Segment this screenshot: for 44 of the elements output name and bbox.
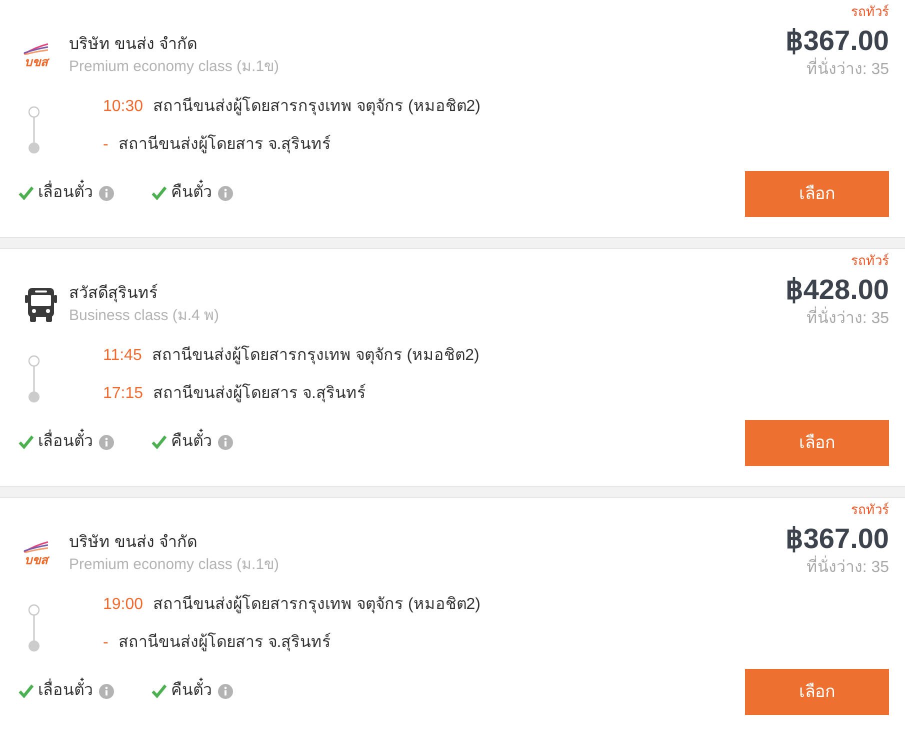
route-timeline-drawing [28,106,40,154]
seats-available: ที่นั่งว่าง: 35 [806,309,889,329]
tour-bus-tag: รถทัวร์ [851,502,889,518]
operator-name: บริษัท ขนส่ง จำกัด [69,533,198,553]
swoosh-icon [23,43,49,55]
stop-time: - [103,633,108,653]
select-button[interactable]: เลือก [745,171,889,217]
station-name: สถานีขนส่งผู้โดยสาร จ.สุรินทร์ [118,632,332,654]
swoosh-icon [23,541,49,553]
info-icon[interactable] [218,684,233,698]
info-icon[interactable] [218,434,233,450]
operator-name: สวัสดีสุรินทร์ [69,284,159,304]
price: ฿367.00 [785,24,889,58]
seats-available: ที่นั่งว่าง: 35 [806,60,889,80]
tour-bus-tag: รถทัวร์ [851,4,889,20]
stop-time: 19:00 [103,595,144,615]
route-timeline-drawing [28,355,40,403]
info-icon[interactable] [99,186,114,200]
info-icon[interactable] [218,186,233,200]
stop-time: 11:45 [103,346,142,366]
bus-icon [25,288,57,322]
select-button[interactable]: เลือก [745,669,889,715]
logo-wordmark: บขส [24,55,48,69]
info-icon[interactable] [99,434,114,450]
station-name: สถานีขนส่งผู้โดยสารกรุงเทพ จตุจักร (หมอชิต2) [153,96,480,118]
info-icon[interactable] [99,684,114,698]
station-name: สถานีขนส่งผู้โดยสารกรุงเทพ จตุจักร (หมอชิต2) [152,344,480,366]
bus-class: Business class (ม.4 พ) [69,306,220,326]
station-name: สถานีขนส่งผู้โดยสารกรุงเทพ จตุจักร (หมอชิต2) [153,594,480,616]
price: ฿428.00 [785,273,889,306]
bus-class: Premium economy class (ม.1ข) [69,555,280,575]
select-button[interactable]: เลือก [745,420,889,466]
operator-name: บริษัท ขนส่ง จำกัด [69,35,198,55]
route-timeline-drawing [28,604,40,652]
tour-bus-tag: รถทัวร์ [851,253,889,269]
stop-time: - [103,135,108,155]
stop-time: 10:30 [103,97,144,117]
stop-time: 17:15 [103,384,144,404]
price: ฿367.00 [785,522,889,556]
station-name: สถานีขนส่งผู้โดยสาร จ.สุรินทร์ [118,134,332,156]
station-name: สถานีขนส่งผู้โดยสาร จ.สุรินทร์ [153,382,366,404]
bus-class: Premium economy class (ม.1ข) [69,57,280,77]
logo-wordmark: บขส [24,553,48,567]
seats-available: ที่นั่งว่าง: 35 [806,558,889,578]
